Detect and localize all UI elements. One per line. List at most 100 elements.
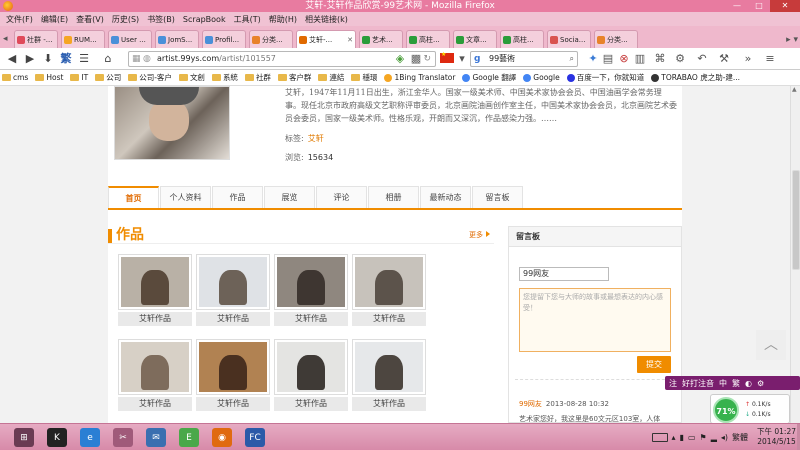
bookmark-item[interactable]: cms <box>2 73 28 82</box>
start-taskbar-icon[interactable]: ⊞ <box>14 428 34 447</box>
lock-icon[interactable]: ▤ <box>600 51 616 67</box>
browser-tab[interactable]: JomS... <box>155 30 199 48</box>
settings-icon[interactable]: ⚙ <box>672 51 688 67</box>
menu-item[interactable]: 书签(B) <box>143 14 179 25</box>
ime-item[interactable]: 繁 <box>732 378 740 389</box>
browser-tab[interactable]: 艾轩-... ✕ <box>296 30 356 48</box>
browser-tab[interactable]: 社群 -... <box>14 30 58 48</box>
works-more-link[interactable]: 更多 <box>469 230 490 240</box>
work-item[interactable]: 艾轩作品 <box>352 254 426 326</box>
bookmark-item[interactable]: 連結 <box>318 72 344 83</box>
work-caption[interactable]: 艾轩作品 <box>352 312 426 326</box>
work-caption[interactable]: 艾轩作品 <box>118 312 192 326</box>
tray-ime-label[interactable]: 繁體 <box>732 432 748 443</box>
china-flag-icon[interactable] <box>440 51 454 63</box>
download-icon[interactable]: ⬇ <box>40 51 56 67</box>
bookmark-item[interactable]: Google 翻譯 <box>462 72 516 83</box>
bookmark-item[interactable]: IT <box>70 73 88 82</box>
network-monitor[interactable]: 71% ↑ 0.1K/s ↓ 0.1K/s <box>710 394 790 424</box>
bookmark-item[interactable]: 1Bing Translator <box>384 73 455 82</box>
tray-arrow-icon[interactable]: ▴ <box>672 433 676 442</box>
minimize-button[interactable]: — <box>726 0 748 12</box>
bookmark-item[interactable]: Host <box>35 73 63 82</box>
tag-link[interactable]: 艾轩 <box>308 134 324 143</box>
bookmark-item[interactable]: 社群 <box>244 72 271 83</box>
search-input[interactable]: g 99藝術 ⌕ <box>470 51 578 67</box>
browser-tab[interactable]: 分类... <box>249 30 293 48</box>
page-tab[interactable]: 作品 <box>212 186 263 208</box>
kindle-taskbar-icon[interactable]: K <box>47 428 67 447</box>
work-thumbnail[interactable] <box>118 254 192 310</box>
page-tab[interactable]: 首页 <box>108 186 159 208</box>
work-thumbnail[interactable] <box>196 339 270 395</box>
page-tab[interactable]: 最新动态 <box>420 186 471 208</box>
work-thumbnail[interactable] <box>352 254 426 310</box>
page-tab[interactable]: 展览 <box>264 186 315 208</box>
dropdown-icon[interactable]: ▾ <box>454 51 470 67</box>
ime-item[interactable]: 好打注音 <box>682 378 714 389</box>
addon-icon[interactable]: 繁 <box>58 51 74 67</box>
page-tab[interactable]: 评论 <box>316 186 367 208</box>
ime-item[interactable]: ⚙ <box>757 379 764 388</box>
ie-taskbar-icon[interactable]: e <box>80 428 100 447</box>
clock[interactable]: 下午 01:27 2014/5/15 <box>757 427 796 447</box>
work-thumbnail[interactable] <box>274 339 348 395</box>
block-icon[interactable]: ⊗ <box>616 51 632 67</box>
browser-tab[interactable]: User ... <box>108 30 152 48</box>
menu-item[interactable]: 工具(T) <box>230 14 265 25</box>
ime-item[interactable]: ◐ <box>745 379 752 388</box>
work-item[interactable]: 艾轩作品 <box>196 339 270 411</box>
thunderbird-taskbar-icon[interactable]: ✉ <box>146 428 166 447</box>
tab-scroll-left-icon[interactable]: ◂ <box>3 34 8 44</box>
work-thumbnail[interactable] <box>118 339 192 395</box>
qr-icon[interactable]: ▩ <box>408 51 424 67</box>
browser-tab[interactable]: 分类... <box>594 30 638 48</box>
bookmark-item[interactable]: 客户群 <box>277 72 311 83</box>
work-item[interactable]: 艾轩作品 <box>118 254 192 326</box>
maximize-button[interactable]: □ <box>748 0 770 12</box>
tray-battery-icon[interactable]: ▭ <box>688 433 696 442</box>
undo-icon[interactable]: ↶ <box>694 51 710 67</box>
bookmark-icon[interactable]: ✦ <box>585 51 601 67</box>
ime-item[interactable]: 中 <box>719 378 727 389</box>
browser-tab[interactable]: 文章... <box>453 30 497 48</box>
entry-user[interactable]: 99网友 <box>519 400 542 408</box>
browser-tab[interactable]: Socia... <box>547 30 591 48</box>
work-caption[interactable]: 艾轩作品 <box>196 312 270 326</box>
browser-tab[interactable]: 高柱... <box>500 30 544 48</box>
page-tab[interactable]: 留言板 <box>472 186 523 208</box>
bookmark-item[interactable]: 文創 <box>178 72 205 83</box>
keyboard-icon[interactable] <box>651 433 668 442</box>
home-icon[interactable]: ⌂ <box>100 51 116 67</box>
tools2-icon[interactable]: ⚒ <box>716 51 732 67</box>
work-caption[interactable]: 艾轩作品 <box>352 397 426 411</box>
tool-taskbar-icon[interactable]: ✂ <box>113 428 133 447</box>
back-icon[interactable]: ◀ <box>4 51 20 67</box>
tray-signal-icon[interactable]: ▂ <box>711 433 717 442</box>
firefox-taskbar-icon[interactable]: ◉ <box>212 428 232 447</box>
reader-icon[interactable]: ▥ <box>632 51 648 67</box>
page-tab[interactable]: 个人资料 <box>160 186 211 208</box>
menu-item[interactable]: 历史(S) <box>108 14 143 25</box>
bookmark-item[interactable]: 系統 <box>211 72 238 83</box>
work-caption[interactable]: 艾轩作品 <box>274 312 348 326</box>
overflow-icon[interactable]: » <box>740 51 756 67</box>
menu-item[interactable]: ScrapBook <box>179 15 230 24</box>
tray-network-icon[interactable]: ▮ <box>680 433 684 442</box>
menu-item[interactable]: 查看(V) <box>72 14 108 25</box>
ime-item[interactable]: 注 <box>669 378 677 389</box>
name-input[interactable]: 99网友 <box>519 267 609 281</box>
work-caption[interactable]: 艾轩作品 <box>274 397 348 411</box>
work-caption[interactable]: 艾轩作品 <box>196 397 270 411</box>
artist-avatar[interactable] <box>114 86 230 160</box>
tools-icon[interactable]: ☰ <box>76 51 92 67</box>
work-caption[interactable]: 艾轩作品 <box>118 397 192 411</box>
bookmark-item[interactable]: 公司 <box>95 72 121 83</box>
close-button[interactable]: ✕ <box>770 0 800 12</box>
scroll-thumb[interactable] <box>792 170 800 270</box>
scroll-up-icon[interactable]: ▲ <box>792 86 797 93</box>
tray-volume-icon[interactable]: ◂) <box>721 433 728 442</box>
submit-button[interactable]: 提交 <box>637 356 671 373</box>
bookmark-item[interactable]: 百度一下，你就知道 <box>566 72 644 83</box>
url-bar[interactable]: ▦ ◍ artist.99ys.com/artist/101557 ☆ ↻ <box>128 51 436 67</box>
